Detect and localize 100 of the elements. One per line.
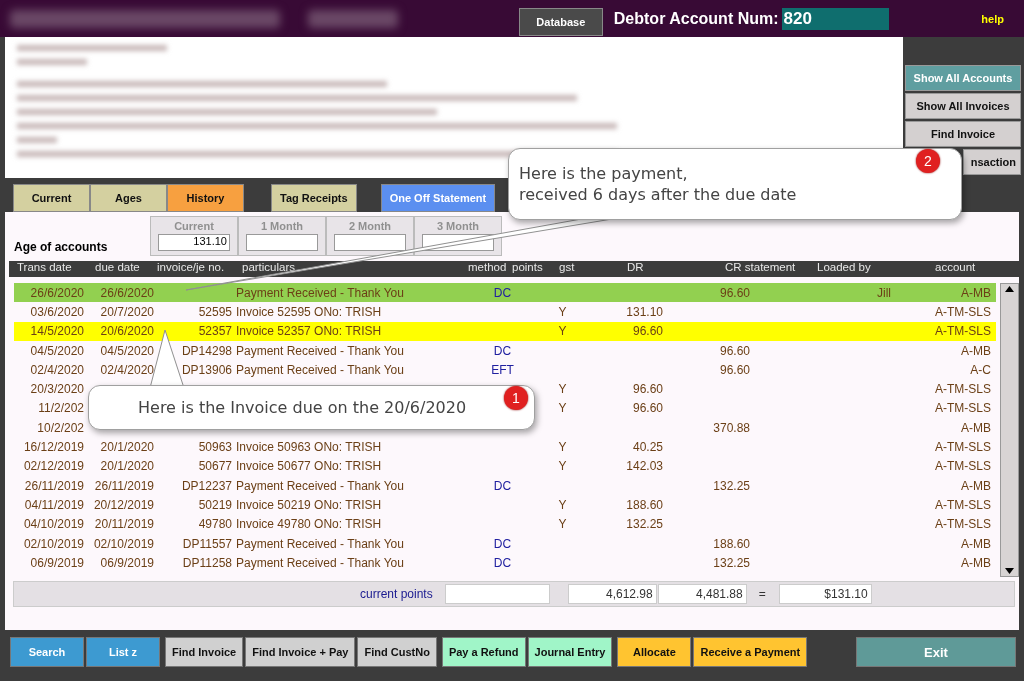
- amount-cell-text: 96.60: [718, 285, 751, 300]
- particulars-cell-text: Payment Received - Thank You: [235, 536, 405, 551]
- toolbar-button[interactable]: Find CustNo: [357, 637, 437, 667]
- particulars-cell-text: Invoice 52357 ONo: TRISH: [235, 324, 383, 339]
- date-cell-text: 14/5/2020: [29, 324, 85, 339]
- gst-cell-text: Y: [557, 440, 568, 454]
- date-cell-text: 11/2/202: [37, 401, 85, 416]
- statement-button[interactable]: Tag Receipts: [271, 184, 357, 212]
- column-header[interactable]: points: [512, 261, 559, 277]
- method-cell-text: DC: [492, 285, 513, 300]
- scroll-up-icon[interactable]: [1004, 284, 1015, 294]
- scrollbar[interactable]: [1000, 283, 1019, 577]
- invoice-number: DP14298: [180, 343, 233, 358]
- date-cell-text: 02/4/2020: [29, 362, 85, 377]
- method-cell-text: DC: [492, 478, 513, 493]
- column-header[interactable]: method: [468, 261, 512, 277]
- amount-cell-text: 96.60: [631, 324, 664, 339]
- bucket-label: 1 Month: [260, 220, 304, 232]
- bucket-field[interactable]: [334, 234, 406, 251]
- particulars-cell-text: Invoice 50219 ONo: TRISH: [235, 497, 383, 512]
- date-cell-text: 20/3/2020: [29, 382, 85, 397]
- account-cell-text: A-TM-SLS: [934, 440, 992, 454]
- balance-total: $131.10: [778, 584, 872, 604]
- toolbar-button[interactable]: Allocate: [617, 637, 692, 667]
- toolbar-button[interactable]: Journal Entry: [527, 637, 613, 667]
- tab[interactable]: Ages: [90, 184, 167, 212]
- toolbar-button[interactable]: Find Invoice: [165, 637, 244, 667]
- particulars-cell-text: Invoice 50677 ONo: TRISH: [235, 459, 383, 474]
- credit-total: 4,481.88: [657, 584, 747, 604]
- amount-cell-text: 132.25: [625, 517, 664, 532]
- column-header[interactable]: Trans date: [17, 261, 95, 277]
- points-field[interactable]: [444, 584, 550, 604]
- account-number-field[interactable]: 820: [781, 7, 889, 30]
- amount-cell-text: 142.03: [625, 459, 664, 474]
- invoice-number: 50677: [197, 459, 233, 474]
- gst-cell-text: Y: [557, 324, 568, 339]
- amount-cell-text: 96.60: [631, 401, 664, 416]
- invoice-number: 52595: [197, 304, 233, 319]
- highlighted-row[interactable]: 26/6/2020 26/6/2020 Payment Received - Thank You DC 96.60 Jill A-MB: [14, 283, 997, 303]
- invoice-number: DP11258: [181, 555, 233, 570]
- toolbar-button[interactable]: Pay a Refund: [441, 637, 526, 667]
- date-cell-text: 26/6/2020: [29, 285, 85, 300]
- date-cell-text: 06/9/2019: [99, 555, 155, 570]
- date-cell-text: 20/7/2020: [99, 304, 155, 319]
- account-cell-text: A-TM-SLS: [934, 304, 992, 319]
- bucket-field[interactable]: [246, 234, 318, 251]
- tab[interactable]: Current: [13, 184, 90, 212]
- invoice-number: 50219: [197, 497, 233, 512]
- side-button[interactable]: Find Invoice: [905, 121, 1021, 147]
- callout-text: Here is the payment,: [519, 163, 688, 184]
- particulars-cell-text: Invoice 52595 ONo: TRISH: [235, 304, 383, 319]
- date-cell-text: 26/11/2019: [23, 478, 85, 493]
- account-cell-text: A-MB: [960, 555, 992, 570]
- column-header[interactable]: DR: [627, 261, 725, 277]
- column-header[interactable]: CR statement: [725, 261, 817, 277]
- method-cell-text: EFT: [490, 362, 515, 377]
- database-button[interactable]: Database: [518, 8, 603, 36]
- account-cell-text: A-MB: [960, 478, 992, 493]
- column-header[interactable]: due date: [95, 261, 157, 277]
- tab[interactable]: History: [167, 184, 244, 212]
- date-cell-text: 16/12/2019: [22, 440, 85, 454]
- account-cell-text: A-TM-SLS: [934, 401, 992, 416]
- amount-cell-text: 96.60: [631, 382, 664, 397]
- amount-cell-text: 132.25: [712, 478, 751, 493]
- account-cell-text: A-TM-SLS: [934, 459, 992, 474]
- particulars-cell-text: Payment Received - Thank You: [235, 555, 405, 570]
- side-button[interactable]: nsaction: [963, 149, 1021, 175]
- date-cell-text: 20/6/2020: [99, 324, 155, 339]
- highlighted-row[interactable]: 14/5/2020 20/6/2020 52357 Invoice 52357 ONo: TRISH Y 96.60 A-TM-SLS: [14, 321, 997, 341]
- method-cell-text: DC: [492, 536, 513, 551]
- date-cell-text: 02/10/2019: [92, 536, 155, 551]
- invoice-number: DP11557: [181, 536, 233, 551]
- column-header[interactable]: particulars: [242, 261, 468, 277]
- date-cell-text: 20/11/2019: [93, 517, 155, 532]
- amount-cell-text: 96.60: [718, 343, 751, 358]
- date-cell-text: 04/10/2019: [22, 517, 85, 532]
- scroll-down-icon[interactable]: [1004, 566, 1015, 576]
- debit-total: 4,612.98: [567, 584, 657, 604]
- side-button[interactable]: Show All Invoices: [905, 93, 1021, 119]
- bucket-field[interactable]: 131.10: [158, 234, 230, 251]
- column-header[interactable]: gst: [559, 261, 627, 277]
- column-header[interactable]: Loaded by: [817, 261, 935, 277]
- column-header[interactable]: account: [935, 261, 997, 277]
- column-header[interactable]: invoice/je no.: [157, 261, 242, 277]
- gst-cell-text: Y: [557, 497, 568, 512]
- date-cell-text: 10/2/202: [36, 420, 85, 435]
- help-link[interactable]: help: [981, 12, 1004, 25]
- bucket-label: Current: [174, 220, 214, 232]
- equals-sign: =: [758, 587, 766, 601]
- gst-cell-text: Y: [557, 459, 568, 474]
- invoice-number: 50963: [197, 440, 233, 454]
- date-cell-text: 20/12/2019: [92, 497, 155, 512]
- amount-cell-text: 188.60: [625, 497, 664, 512]
- toolbar-button[interactable]: Find Invoice + Pay: [245, 637, 356, 667]
- account-cell-text: A-TM-SLS: [934, 324, 992, 339]
- toolbar-button[interactable]: Receive a Payment: [693, 637, 808, 667]
- callout-text: Here is the Invoice due on the 20/6/2020: [138, 397, 467, 418]
- particulars-cell-text: Payment Received - Thank You: [235, 285, 405, 300]
- particulars-cell-text: Payment Received - Thank You: [235, 343, 405, 358]
- amount-cell-text: 131.10: [625, 304, 664, 319]
